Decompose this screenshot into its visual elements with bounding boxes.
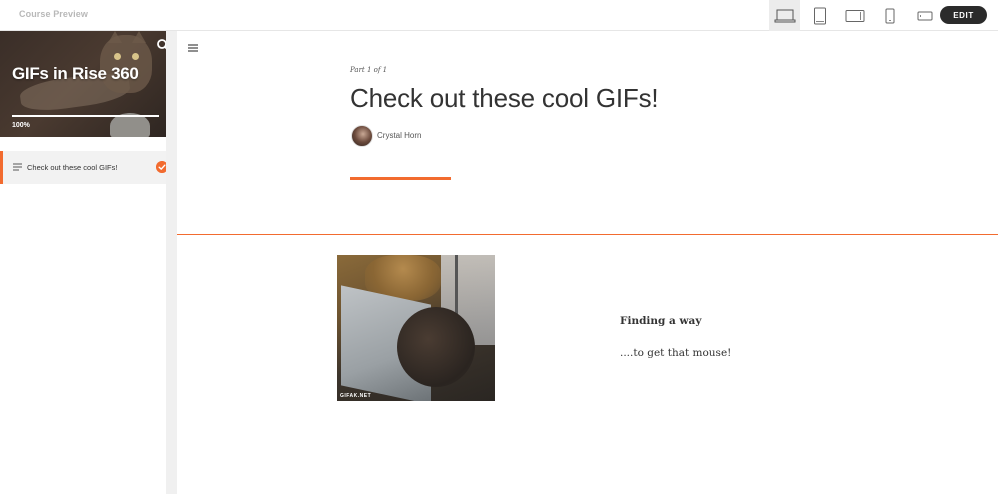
- gif-image-detail: [397, 307, 475, 387]
- sidebar-lesson-label: Check out these cool GIFs!: [27, 163, 118, 172]
- gif-watermark: GIFAK.NET: [340, 393, 372, 399]
- top-bar: Course Preview EDIT: [0, 0, 998, 31]
- hero-image-detail: [114, 53, 121, 60]
- preview-title: Course Preview: [19, 9, 88, 19]
- author-avatar: [351, 125, 373, 147]
- menu-icon[interactable]: [188, 44, 198, 52]
- tablet-landscape-icon: [845, 9, 864, 22]
- course-progress-bar: [12, 115, 159, 117]
- sidebar-scroll-rail: [166, 31, 177, 494]
- tablet-landscape-view-button[interactable]: [839, 0, 870, 31]
- tablet-portrait-view-button[interactable]: [804, 0, 835, 31]
- phone-portrait-icon: [885, 8, 894, 23]
- course-hero-image: GIFs in Rise 360 100%: [0, 31, 178, 137]
- edit-button[interactable]: EDIT: [940, 6, 987, 24]
- device-switcher: [769, 0, 944, 31]
- lesson-part-label: Part 1 of 1: [350, 66, 388, 74]
- course-progress-fill: [12, 115, 159, 117]
- section-divider: [177, 234, 998, 235]
- gif-caption-text: ....to get that mouse!: [620, 347, 732, 359]
- course-sidebar: GIFs in Rise 360 100% Check out these co…: [0, 31, 178, 494]
- author-name: Crystal Horn: [377, 131, 422, 140]
- course-title: GIFs in Rise 360: [12, 64, 139, 83]
- lesson-text-icon: [13, 163, 22, 171]
- laptop-view-button[interactable]: [769, 0, 800, 31]
- gif-caption-title: Finding a way: [620, 315, 702, 327]
- course-progress-label: 100%: [12, 122, 30, 129]
- cat-gif-image: GIFAK.NET: [337, 255, 495, 401]
- sidebar-lesson-item[interactable]: Check out these cool GIFs!: [0, 151, 168, 184]
- phone-landscape-icon: [917, 11, 932, 20]
- lesson-title: Check out these cool GIFs!: [350, 83, 659, 113]
- phone-portrait-view-button[interactable]: [874, 0, 905, 31]
- title-accent-bar: [350, 177, 451, 180]
- laptop-icon: [774, 9, 795, 22]
- phone-landscape-view-button[interactable]: [909, 0, 940, 31]
- lesson-content: Part 1 of 1 Check out these cool GIFs! C…: [177, 31, 998, 494]
- tablet-portrait-icon: [813, 7, 826, 24]
- hero-image-detail: [132, 53, 139, 60]
